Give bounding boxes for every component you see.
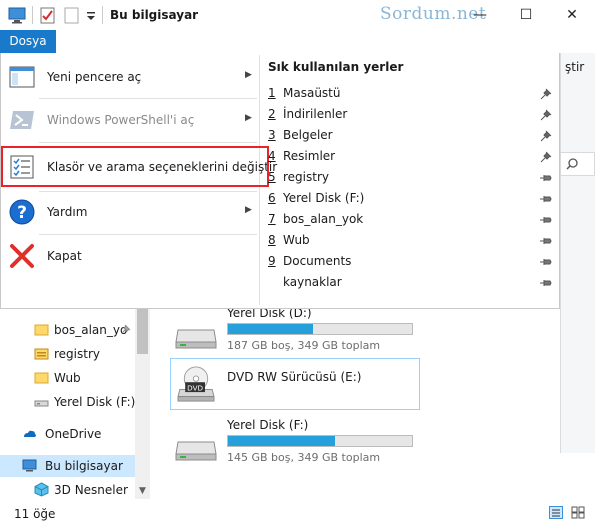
drive-usage-bar bbox=[227, 323, 413, 335]
nav-item-bos-alan-yo[interactable]: bos_alan_yo bbox=[0, 319, 135, 341]
recent-item[interactable]: 2 İndirilenler bbox=[268, 104, 555, 125]
maximize-button[interactable]: ☐ bbox=[503, 0, 549, 30]
pinned-icon[interactable] bbox=[540, 109, 552, 121]
drive-usage-fill bbox=[228, 324, 313, 334]
properties-icon[interactable] bbox=[40, 6, 56, 24]
menu-separator bbox=[39, 142, 257, 143]
minimize-button[interactable]: — bbox=[457, 0, 503, 30]
drive-info: 145 GB boş, 349 GB toplam bbox=[227, 451, 381, 464]
help-icon: ? bbox=[9, 199, 35, 225]
drive-name: DVD RW Sürücüsü (E:) bbox=[227, 370, 362, 384]
pinned-icon[interactable] bbox=[540, 130, 552, 142]
submenu-arrow-icon: ▶ bbox=[245, 113, 252, 123]
computer-icon bbox=[22, 459, 37, 472]
customize-qat-icon[interactable] bbox=[86, 6, 96, 24]
hard-drive-icon bbox=[175, 329, 217, 349]
ribbon-peek bbox=[560, 53, 595, 453]
recent-item[interactable]: 6 Yerel Disk (F:) bbox=[268, 188, 555, 209]
unpinned-icon[interactable] bbox=[540, 256, 552, 268]
submenu-arrow-icon: ▶ bbox=[245, 70, 252, 80]
drive-usage-bar bbox=[227, 435, 413, 447]
item-count: 11 öğe bbox=[14, 507, 56, 521]
drive-info: 187 GB boş, 349 GB toplam bbox=[227, 339, 381, 352]
dvd-drive-icon: DVD bbox=[177, 366, 215, 402]
details-view-icon[interactable] bbox=[549, 506, 563, 519]
registry-folder-icon bbox=[34, 348, 49, 360]
ribbon-peek-label: ştir bbox=[565, 60, 585, 74]
nav-item-wub[interactable]: Wub bbox=[0, 367, 135, 389]
recent-item[interactable]: kaynaklar bbox=[268, 272, 555, 293]
drive-icon bbox=[34, 400, 49, 407]
menu-separator bbox=[39, 234, 257, 235]
nav-item-onedrive[interactable]: OneDrive bbox=[0, 423, 135, 445]
nav-item-3d-nesneler[interactable]: 3D Nesneler bbox=[0, 479, 135, 501]
nav-item-yerel-disk-f[interactable]: Yerel Disk (F:) bbox=[0, 391, 135, 413]
menu-item-close[interactable]: Kapat bbox=[1, 236, 259, 276]
menu-item-new-window[interactable]: Yeni pencere aç ▶ bbox=[1, 57, 259, 97]
unpinned-icon[interactable] bbox=[540, 214, 552, 226]
recent-item[interactable]: 5 registry bbox=[268, 167, 555, 188]
computer-icon bbox=[8, 7, 26, 24]
menu-item-powershell: Windows PowerShell'i aç ▶ bbox=[1, 100, 259, 140]
pinned-icon[interactable] bbox=[540, 151, 552, 163]
recent-item[interactable]: 7 bos_alan_yok bbox=[268, 209, 555, 230]
pinned-icon[interactable] bbox=[540, 88, 552, 100]
title-bar: Bu bilgisayar Sordum.net — ☐ ✕ bbox=[0, 0, 595, 30]
window-title: Bu bilgisayar bbox=[110, 8, 199, 22]
nav-item-registry[interactable]: registry bbox=[0, 343, 135, 365]
pin-icon[interactable] bbox=[121, 324, 131, 334]
recent-item[interactable]: 9 Documents bbox=[268, 251, 555, 272]
submenu-arrow-icon: ▶ bbox=[245, 205, 252, 215]
unpinned-icon[interactable] bbox=[540, 277, 552, 289]
drive-f[interactable]: Yerel Disk (F:) 145 GB boş, 349 GB topla… bbox=[170, 418, 420, 468]
ribbon-tab-strip bbox=[56, 30, 595, 53]
drive-name: Yerel Disk (F:) bbox=[227, 418, 309, 432]
status-bar bbox=[0, 499, 595, 525]
close-button[interactable]: ✕ bbox=[549, 0, 595, 30]
scroll-down-button[interactable]: ▼ bbox=[135, 484, 150, 499]
recent-item[interactable]: 8 Wub bbox=[268, 230, 555, 251]
annotation-highlight-box bbox=[1, 146, 269, 187]
tab-file[interactable]: Dosya bbox=[0, 30, 56, 53]
nav-item-bu-bilgisayar[interactable]: Bu bilgisayar bbox=[0, 455, 135, 477]
hard-drive-icon bbox=[175, 441, 217, 461]
drive-usage-fill bbox=[228, 436, 335, 446]
recent-item[interactable]: 1 Masaüstü bbox=[268, 83, 555, 104]
folder-icon bbox=[34, 372, 49, 384]
search-icon bbox=[566, 158, 578, 170]
menu-item-help[interactable]: ? Yardım ▶ bbox=[1, 192, 259, 232]
3d-objects-icon bbox=[34, 482, 49, 497]
menu-separator bbox=[39, 98, 257, 99]
recent-places-title: Sık kullanılan yerler bbox=[268, 60, 404, 74]
drive-d[interactable]: Yerel Disk (D:) 187 GB boş, 349 GB topla… bbox=[170, 306, 420, 356]
drive-e[interactable]: DVD DVD RW Sürücüsü (E:) bbox=[170, 366, 420, 418]
svg-text:?: ? bbox=[17, 203, 27, 223]
large-icons-view-icon[interactable] bbox=[571, 506, 585, 519]
recent-item[interactable]: 3 Belgeler bbox=[268, 125, 555, 146]
powershell-icon bbox=[10, 111, 34, 129]
unpinned-icon[interactable] bbox=[540, 235, 552, 247]
close-x-icon bbox=[10, 244, 34, 268]
unpinned-icon[interactable] bbox=[540, 172, 552, 184]
onedrive-icon bbox=[24, 430, 36, 437]
dvd-label: DVD bbox=[187, 383, 203, 392]
unpinned-icon[interactable] bbox=[540, 193, 552, 205]
folder-icon bbox=[34, 324, 49, 336]
new-window-icon bbox=[9, 66, 35, 88]
new-folder-icon[interactable] bbox=[64, 6, 80, 24]
recent-item[interactable]: 4 Resimler bbox=[268, 146, 555, 167]
scroll-thumb[interactable] bbox=[137, 309, 148, 354]
